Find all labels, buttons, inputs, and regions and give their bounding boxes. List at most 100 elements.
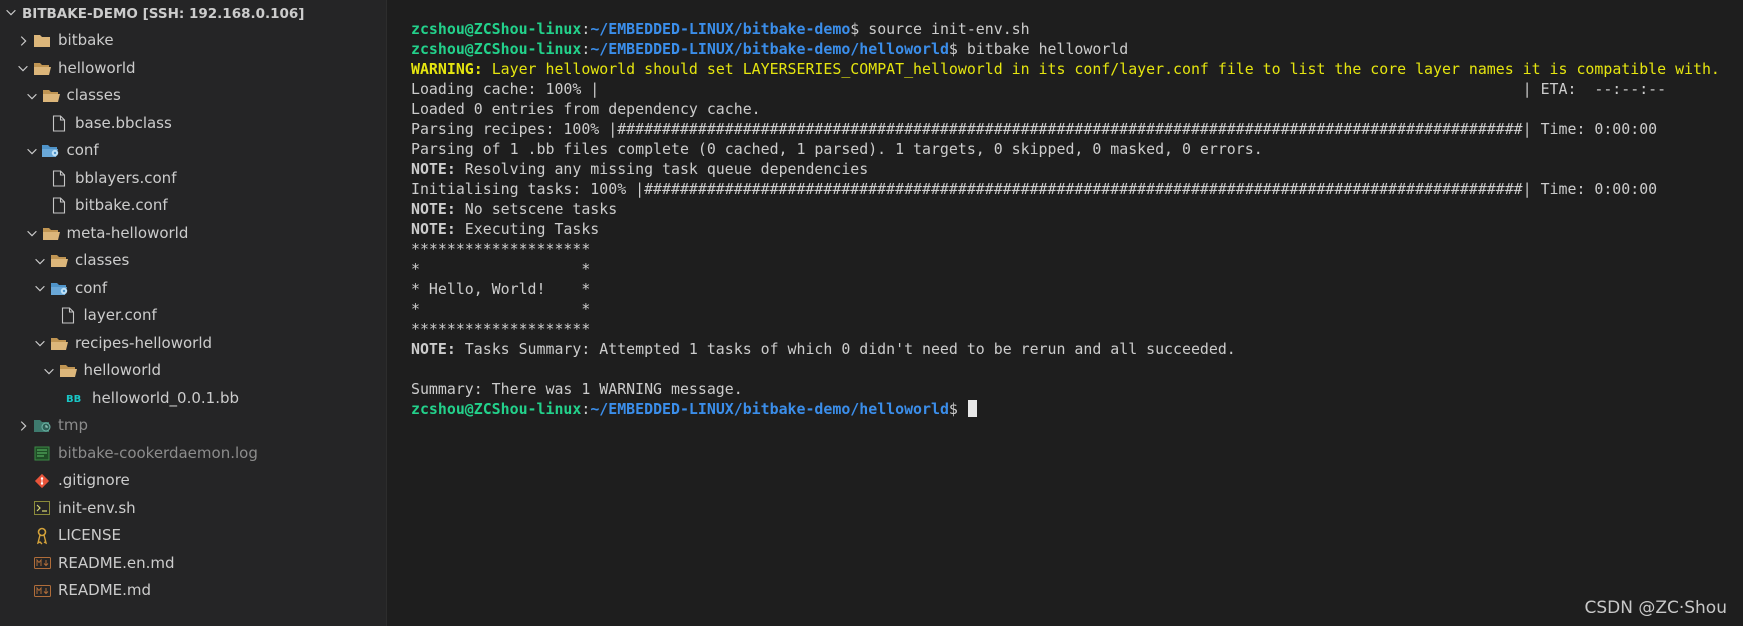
tree-item-license[interactable]: LICENSE [0, 522, 386, 550]
file-tree: bitbake helloworld classes base.bbclass conf… [0, 27, 386, 605]
folder-open-icon [41, 87, 61, 105]
folder-open-icon [58, 362, 78, 380]
terminal-text: $ bitbake helloworld [948, 40, 1129, 58]
terminal-line: Parsing of 1 .bb files complete (0 cache… [411, 139, 1720, 159]
tree-item-classes[interactable]: classes [0, 82, 386, 110]
explorer-header[interactable]: BITBAKE-DEMO [SSH: 192.168.0.106] [0, 0, 386, 27]
prompt-user: zcshou@ZCShou-linux [411, 40, 582, 58]
markdown-icon [32, 582, 52, 600]
prompt-path: ~/EMBEDDED-LINUX/bitbake-demo/helloworld [590, 40, 949, 58]
tree-item-label: bblayers.conf [75, 168, 177, 187]
terminal-line: Parsing recipes: 100% |#################… [411, 119, 1720, 139]
tree-item-base-bbclass[interactable]: base.bbclass [0, 110, 386, 138]
tree-item-helloworld[interactable]: helloworld [0, 357, 386, 385]
tree-item-init-env-sh[interactable]: init-env.sh [0, 495, 386, 523]
tree-item-helloworld-0-0-1-bb[interactable]: BB helloworld_0.0.1.bb [0, 385, 386, 413]
terminal-text: Parsing recipes: 100% |#################… [411, 120, 1658, 138]
terminal-line: NOTE: Resolving any missing task queue d… [411, 159, 1720, 179]
folder-open-icon [49, 334, 69, 352]
tree-item-bblayers-conf[interactable]: bblayers.conf [0, 165, 386, 193]
terminal-line: zcshou@ZCShou-linux:~/EMBEDDED-LINUX/bit… [411, 39, 1720, 59]
tree-item-layer-conf[interactable]: layer.conf [0, 302, 386, 330]
svg-text:BB: BB [66, 394, 81, 405]
tree-item-tmp[interactable]: tmp [0, 412, 386, 440]
terminal-text: ******************** [411, 320, 591, 338]
tree-item-label: .gitignore [58, 471, 130, 490]
terminal-text: : [581, 20, 591, 38]
prompt-path: ~/EMBEDDED-LINUX/bitbake-demo [590, 20, 851, 38]
chevron-down-icon [40, 364, 58, 378]
log-file-icon [32, 444, 52, 462]
chevron-down-icon [31, 281, 49, 295]
workspace-title: BITBAKE-DEMO [SSH: 192.168.0.106] [22, 5, 305, 22]
prompt-user: zcshou@ZCShou-linux [411, 20, 582, 38]
terminal-text: WARNING: [411, 60, 483, 78]
chevron-down-icon [31, 254, 49, 268]
terminal-text: NOTE: [411, 340, 456, 358]
terminal-text: Initialising tasks: 100% |##############… [411, 180, 1658, 198]
tree-item-label: conf [75, 278, 108, 297]
terminal-line: ******************** [411, 319, 1720, 339]
chevron-down-icon [31, 336, 49, 350]
tree-item-classes[interactable]: classes [0, 247, 386, 275]
tree-item-bitbake-conf[interactable]: bitbake.conf [0, 192, 386, 220]
bitbake-file-icon: BB [66, 389, 86, 407]
terminal-line: Summary: There was 1 WARNING message. [411, 379, 1720, 399]
terminal-cursor [967, 400, 977, 417]
chevron-down-icon [23, 89, 41, 103]
terminal-line: zcshou@ZCShou-linux:~/EMBEDDED-LINUX/bit… [411, 399, 1720, 419]
tree-item-conf[interactable]: conf [0, 137, 386, 165]
tree-item-label: helloworld [58, 58, 136, 77]
terminal-line: * * [411, 259, 1720, 279]
folder-open-icon [32, 59, 52, 77]
tree-item-helloworld[interactable]: helloworld [0, 55, 386, 83]
tree-item-label: classes [66, 86, 121, 105]
file-icon [58, 307, 78, 325]
folder-open-icon [41, 224, 61, 242]
tree-item-meta-helloworld[interactable]: meta-helloworld [0, 220, 386, 248]
chevron-down-icon [14, 61, 32, 75]
tree-item-label: bitbake.conf [75, 196, 168, 215]
terminal-panel[interactable]: zcshou@ZCShou-linux:~/EMBEDDED-LINUX/bit… [387, 0, 1743, 626]
chevron-down-icon [23, 226, 41, 240]
tree-item-bitbake-cookerdaemon-log[interactable]: bitbake-cookerdaemon.log [0, 440, 386, 468]
tree-item-bitbake[interactable]: bitbake [0, 27, 386, 55]
terminal-text: NOTE: [411, 200, 456, 218]
terminal-line: ******************** [411, 239, 1720, 259]
tree-item-gitignore[interactable]: .gitignore [0, 467, 386, 495]
config-folder-icon [41, 142, 61, 160]
tree-item-conf[interactable]: conf [0, 275, 386, 303]
file-icon [49, 114, 69, 132]
terminal-text: Executing Tasks [455, 220, 600, 238]
tree-item-recipes-helloworld[interactable]: recipes-helloworld [0, 330, 386, 358]
terminal-line: NOTE: No setscene tasks [411, 199, 1720, 219]
terminal-text: * * [411, 260, 591, 278]
terminal-text: $ [948, 400, 967, 418]
prompt-user: zcshou@ZCShou-linux [411, 400, 582, 418]
prompt-path: ~/EMBEDDED-LINUX/bitbake-demo/helloworld [590, 400, 949, 418]
terminal-text: NOTE: [411, 220, 456, 238]
chevron-down-icon [4, 5, 22, 23]
shell-icon [32, 499, 52, 517]
terminal-text: Parsing of 1 .bb files complete (0 cache… [411, 140, 1263, 158]
terminal-line: NOTE: Executing Tasks [411, 219, 1720, 239]
terminal-line: * * [411, 299, 1720, 319]
file-icon [49, 169, 69, 187]
git-icon [32, 472, 52, 490]
file-icon [49, 197, 69, 215]
tree-item-readme-en-md[interactable]: README.en.md [0, 550, 386, 578]
tree-item-label: layer.conf [83, 306, 157, 325]
tree-item-label: helloworld [83, 361, 162, 380]
tree-item-label: init-env.sh [58, 498, 136, 517]
chevron-right-icon [14, 419, 32, 433]
tree-item-readme-md[interactable]: README.md [0, 577, 386, 605]
tree-item-label: base.bbclass [75, 113, 172, 132]
terminal-output: zcshou@ZCShou-linux:~/EMBEDDED-LINUX/bit… [411, 19, 1720, 419]
terminal-line: * Hello, World! * [411, 279, 1720, 299]
chevron-down-icon [23, 144, 41, 158]
config-folder-icon [49, 279, 69, 297]
tree-item-label: meta-helloworld [66, 223, 189, 242]
terminal-text: Loading cache: 100% | | ETA: --:--:-- [411, 80, 1667, 98]
tree-item-label: bitbake-cookerdaemon.log [58, 443, 258, 462]
